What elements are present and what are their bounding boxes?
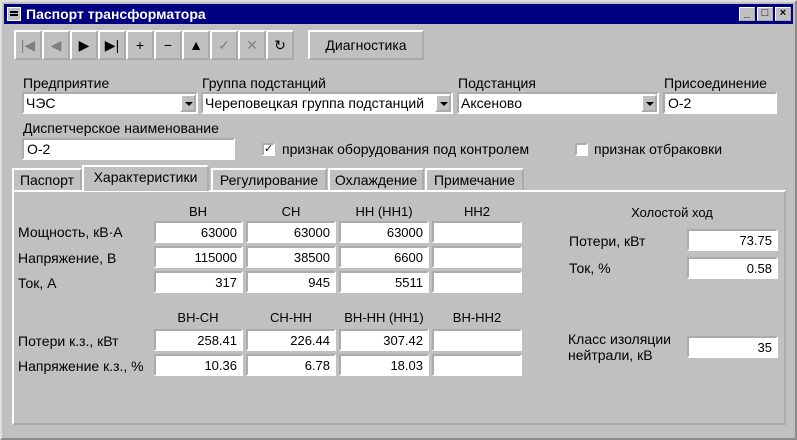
column-header: НН (НН1) <box>355 204 413 219</box>
current-hv-input[interactable]: 317 <box>154 271 243 293</box>
column-header: ВН <box>188 204 208 219</box>
cancel-edit-button[interactable]: ✕ <box>238 30 266 60</box>
post-edit-button[interactable]: ✓ <box>210 30 238 60</box>
system-menu-icon[interactable] <box>7 7 21 21</box>
rejected-label: признак отбраковки <box>594 141 723 157</box>
current-lv2-input[interactable] <box>432 271 522 293</box>
row-label: Напряжение к.з., % <box>18 358 144 374</box>
column-header: ВН-НН2 <box>452 310 502 325</box>
no-load-current-label: Ток, % <box>569 260 611 276</box>
refresh-button[interactable]: ↻ <box>266 30 294 60</box>
sc-loss-mv-lv-input[interactable]: 226.44 <box>246 329 336 351</box>
tab-characteristics[interactable]: Характеристики <box>82 165 209 191</box>
controlled-label: признак оборудования под контролем <box>282 141 530 157</box>
substation-value: Аксеново <box>461 95 522 111</box>
column-header: СН-НН <box>270 310 312 325</box>
connection-label: Присоединение <box>664 75 767 91</box>
power-lv1-input[interactable]: 63000 <box>339 221 429 243</box>
power-lv2-input[interactable] <box>432 221 522 243</box>
prior-record-button[interactable]: ◀ <box>42 30 70 60</box>
sc-loss-hv-lv1-input[interactable]: 307.42 <box>339 329 429 351</box>
dispatch-name-input[interactable]: О-2 <box>22 138 235 160</box>
title-bar: Паспорт трансформатора _ □ × <box>4 4 793 24</box>
row-label: Ток, А <box>18 275 57 291</box>
column-header: ВН-СН <box>177 310 219 325</box>
diagnostics-button[interactable]: Диагностика <box>308 30 424 60</box>
power-mv-input[interactable]: 63000 <box>246 221 336 243</box>
substation-group-value: Череповецкая группа подстанций <box>205 95 425 111</box>
close-button[interactable]: × <box>775 7 791 21</box>
current-mv-input[interactable]: 945 <box>246 271 336 293</box>
insert-record-button[interactable]: + <box>126 30 154 60</box>
tab-regulation[interactable]: Регулирование <box>211 168 327 190</box>
insulation-class-label: нейтрали, кВ <box>568 347 653 363</box>
rejected-checkbox[interactable] <box>575 143 588 156</box>
substation-select[interactable]: Аксеново <box>457 92 659 114</box>
row-label: Потери к.з., кВт <box>18 333 119 349</box>
voltage-mv-input[interactable]: 38500 <box>246 246 336 268</box>
column-header: НН2 <box>463 204 490 219</box>
sc-loss-hv-mv-input[interactable]: 258.41 <box>154 329 243 351</box>
chevron-down-icon[interactable] <box>641 94 657 112</box>
window-title: Паспорт трансформатора <box>26 6 206 22</box>
substation-label: Подстанция <box>458 75 536 91</box>
tab-cooling[interactable]: Охлаждение <box>328 168 424 190</box>
no-load-loss-input[interactable]: 73.75 <box>687 229 778 251</box>
edit-record-button[interactable]: ▲ <box>182 30 210 60</box>
chevron-down-icon[interactable] <box>435 94 451 112</box>
insulation-class-label: Класс изоляции <box>568 331 671 347</box>
substation-group-select[interactable]: Череповецкая группа подстанций <box>201 92 453 114</box>
column-header: ВН-НН (НН1) <box>344 310 424 325</box>
transformer-passport-window: Паспорт трансформатора _ □ × |◀ ◀ ▶ ▶| +… <box>0 0 797 440</box>
voltage-hv-input[interactable]: 115000 <box>154 246 243 268</box>
row-label: Напряжение, В <box>18 250 117 266</box>
sc-voltage-mv-lv-input[interactable]: 6.78 <box>246 354 336 376</box>
minimize-button[interactable]: _ <box>739 7 755 21</box>
substation-group-label: Группа подстанций <box>202 75 326 91</box>
sc-voltage-hv-lv1-input[interactable]: 18.03 <box>339 354 429 376</box>
dispatch-name-label: Диспетчерское наименование <box>23 120 219 136</box>
sc-voltage-hv-mv-input[interactable]: 10.36 <box>154 354 243 376</box>
first-record-button[interactable]: |◀ <box>14 30 42 60</box>
column-header: СН <box>281 204 301 219</box>
maximize-button[interactable]: □ <box>757 7 773 21</box>
power-hv-input[interactable]: 63000 <box>154 221 243 243</box>
tab-notes[interactable]: Примечание <box>425 168 524 190</box>
last-record-button[interactable]: ▶| <box>98 30 126 60</box>
voltage-lv1-input[interactable]: 6600 <box>339 246 429 268</box>
current-lv1-input[interactable]: 5511 <box>339 271 429 293</box>
chevron-down-icon[interactable] <box>180 94 196 112</box>
insulation-class-input[interactable]: 35 <box>687 336 778 358</box>
delete-record-button[interactable]: − <box>154 30 182 60</box>
enterprise-value: ЧЭС <box>26 95 56 111</box>
sc-loss-hv-lv2-input[interactable] <box>432 329 522 351</box>
enterprise-label: Предприятие <box>23 75 110 91</box>
voltage-lv2-input[interactable] <box>432 246 522 268</box>
sc-voltage-hv-lv2-input[interactable] <box>432 354 522 376</box>
controlled-checkbox[interactable]: ✓ <box>262 143 275 156</box>
enterprise-select[interactable]: ЧЭС <box>22 92 198 114</box>
no-load-title: Холостой ход <box>631 205 713 220</box>
connection-input[interactable]: О-2 <box>663 92 777 114</box>
tab-passport[interactable]: Паспорт <box>12 168 82 190</box>
row-label: Мощность, кВ·А <box>18 224 123 240</box>
no-load-loss-label: Потери, кВт <box>569 233 646 249</box>
next-record-button[interactable]: ▶ <box>70 30 98 60</box>
no-load-current-input[interactable]: 0.58 <box>687 257 778 279</box>
